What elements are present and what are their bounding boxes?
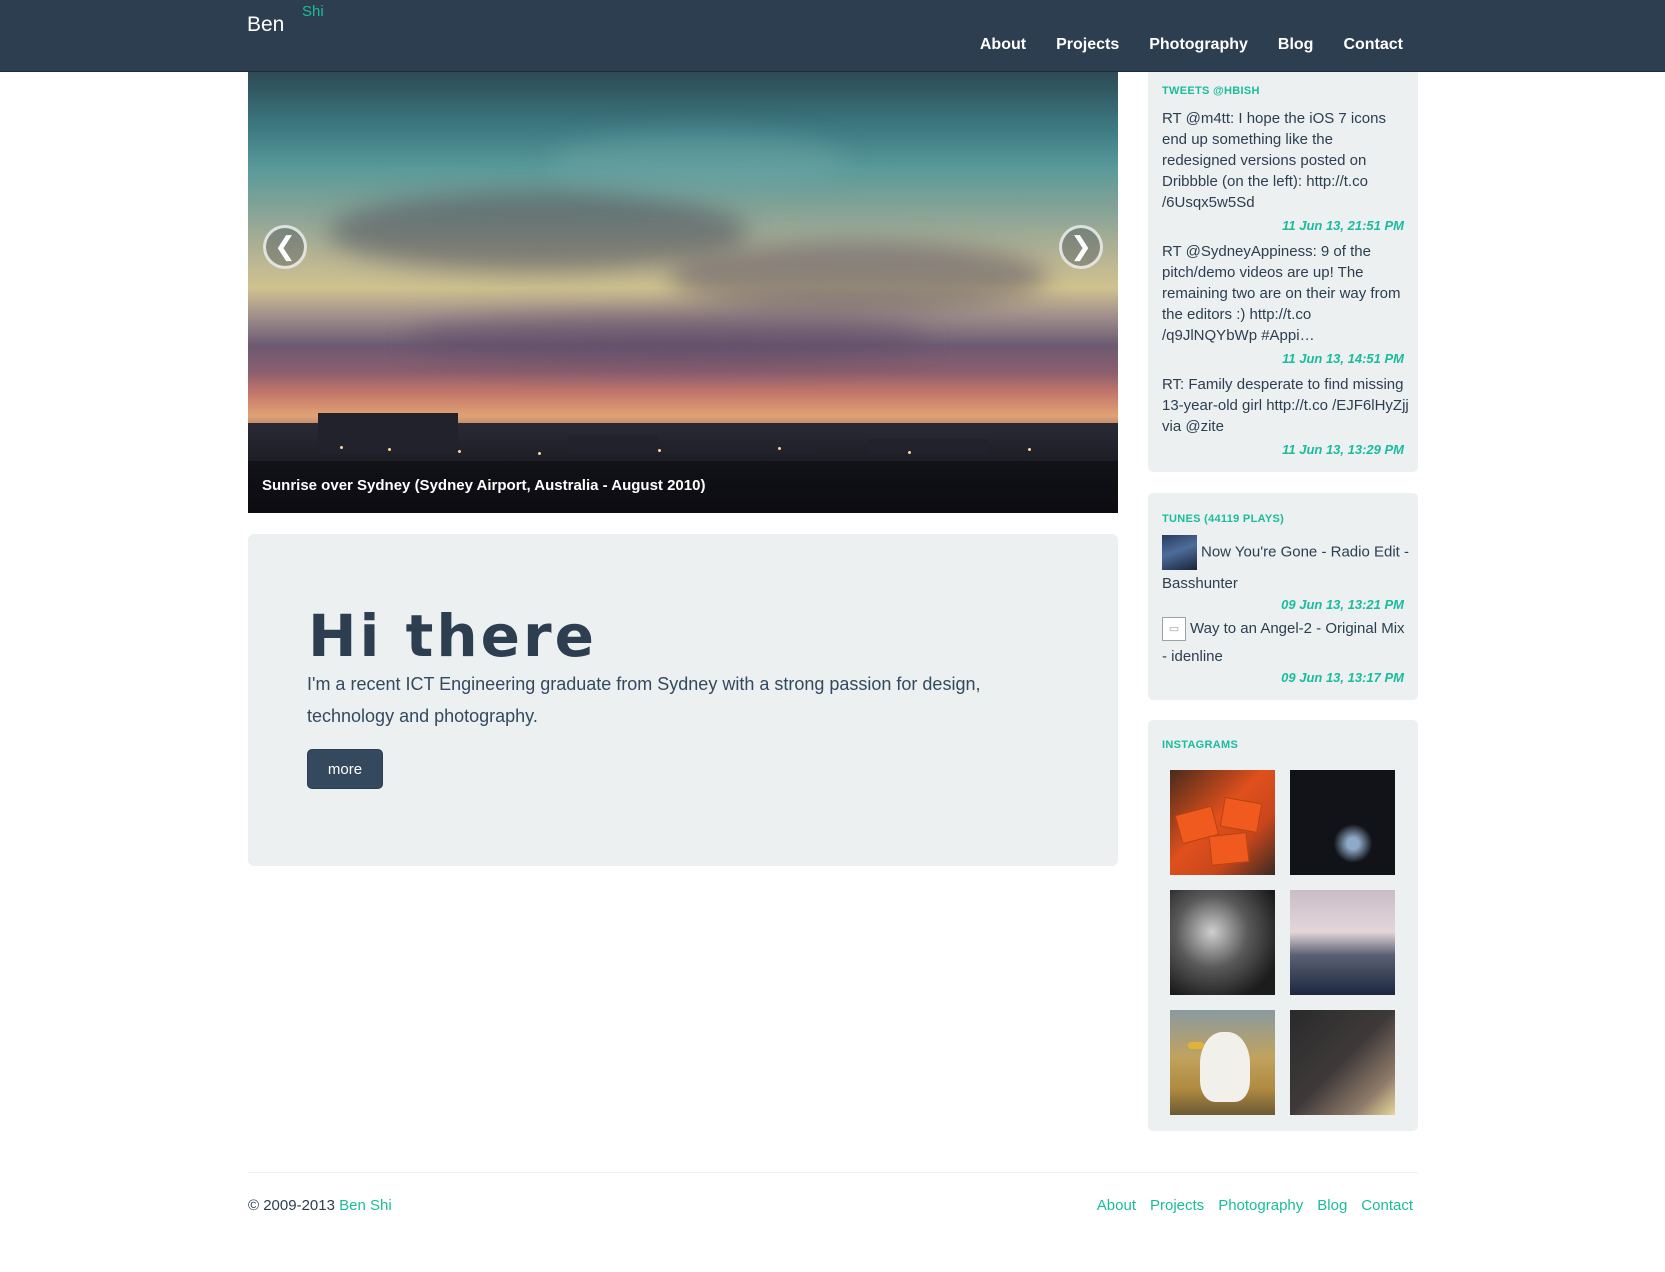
- instagram-photo[interactable]: [1290, 890, 1395, 995]
- cloud-shape: [668, 242, 1048, 312]
- brand-last-name[interactable]: Shi: [302, 3, 324, 20]
- carousel-next-button[interactable]: ❯: [1059, 225, 1103, 269]
- photo-detail: [1188, 1042, 1204, 1049]
- instagram-photo[interactable]: [1290, 770, 1395, 875]
- nav-projects[interactable]: Projects: [1056, 36, 1119, 54]
- copyright: © 2009-2013 Ben Shi: [248, 1197, 392, 1214]
- photo-detail: [1200, 1032, 1250, 1102]
- cloud-shape: [408, 312, 928, 362]
- album-art-icon: [1162, 535, 1197, 570]
- tunes-heading[interactable]: TUNES (44119 PLAYS): [1162, 513, 1284, 525]
- hero-description: I'm a recent ICT Engineering graduate fr…: [307, 674, 981, 726]
- city-light: [1028, 448, 1031, 451]
- copyright-text: © 2009-2013: [248, 1197, 335, 1214]
- instagram-photo[interactable]: [1170, 770, 1275, 875]
- footer-link-photography[interactable]: Photography: [1218, 1197, 1303, 1214]
- tune-title: Now You're Gone - Radio Edit - Basshunte…: [1162, 543, 1409, 592]
- hero-panel: Hi there I'm a recent ICT Engineering gr…: [248, 534, 1118, 866]
- footer-author-link[interactable]: Ben Shi: [339, 1197, 392, 1214]
- footer-link-blog[interactable]: Blog: [1317, 1197, 1347, 1214]
- footer-divider: [248, 1172, 1418, 1173]
- tune-title: Way to an Angel-2 - Original Mix - idenl…: [1162, 620, 1405, 665]
- photo-detail: [1219, 796, 1263, 834]
- building-shape: [578, 443, 818, 453]
- nav-contact[interactable]: Contact: [1343, 36, 1403, 54]
- tweet-time[interactable]: 11 Jun 13, 13:29 PM: [1282, 442, 1404, 457]
- nav-blog[interactable]: Blog: [1278, 36, 1314, 54]
- nav-photography[interactable]: Photography: [1149, 36, 1248, 54]
- chevron-right-icon: ❯: [1070, 231, 1092, 261]
- tune-item[interactable]: Now You're Gone - Radio Edit - Basshunte…: [1162, 535, 1410, 598]
- tweets-heading[interactable]: TWEETS @HBISH: [1162, 85, 1260, 97]
- tweets-widget: TWEETS @HBISH RT @m4tt: I hope the iOS 7…: [1148, 72, 1418, 472]
- nav-about[interactable]: About: [980, 36, 1026, 54]
- city-light: [388, 448, 391, 451]
- chevron-left-icon: ❮: [274, 231, 296, 261]
- photo-detail: [1208, 832, 1250, 866]
- tune-item[interactable]: ▭ Way to an Angel-2 - Original Mix - iden…: [1162, 615, 1410, 671]
- instagram-grid: [1170, 770, 1395, 1115]
- city-light: [458, 450, 461, 453]
- cloud-shape: [548, 132, 848, 192]
- photo-carousel: ❮ ❯ Sunrise over Sydney (Sydney Airport,…: [248, 72, 1118, 513]
- brand-first-name[interactable]: Ben: [247, 13, 284, 37]
- tweet-time[interactable]: 11 Jun 13, 14:51 PM: [1282, 351, 1404, 366]
- cloud-shape: [328, 192, 748, 272]
- building-shape: [868, 439, 988, 453]
- footer-link-projects[interactable]: Projects: [1150, 1197, 1204, 1214]
- instagrams-widget: INSTAGRAMS: [1148, 720, 1418, 1131]
- main-nav: About Projects Photography Blog Contact: [950, 36, 1403, 54]
- caption-bar: Sunrise over Sydney (Sydney Airport, Aus…: [248, 461, 1118, 513]
- city-light: [658, 449, 661, 452]
- hero-title: Hi there: [308, 602, 597, 670]
- tweet-time[interactable]: 11 Jun 13, 21:51 PM: [1282, 218, 1404, 233]
- more-button[interactable]: more: [307, 749, 383, 789]
- tweet-text[interactable]: RT: Family desperate to find missing 13-…: [1162, 374, 1410, 437]
- missing-image-icon: ▭: [1162, 617, 1186, 642]
- footer-link-contact[interactable]: Contact: [1361, 1197, 1413, 1214]
- building-shape: [318, 413, 458, 453]
- tunes-widget: TUNES (44119 PLAYS) Now You're Gone - Ra…: [1148, 493, 1418, 700]
- carousel-caption: Sunrise over Sydney (Sydney Airport, Aus…: [262, 477, 706, 494]
- footer-link-about[interactable]: About: [1097, 1197, 1136, 1214]
- city-light: [538, 452, 541, 455]
- tune-time[interactable]: 09 Jun 13, 13:21 PM: [1281, 597, 1404, 612]
- city-light: [340, 446, 343, 449]
- navbar: Ben Shi About Projects Photography Blog …: [0, 0, 1665, 72]
- footer-nav: About Projects Photography Blog Contact: [1083, 1197, 1413, 1214]
- carousel-prev-button[interactable]: ❮: [263, 225, 307, 269]
- tweet-text[interactable]: RT @SydneyAppiness: 9 of the pitch/demo …: [1162, 241, 1410, 346]
- instagram-photo[interactable]: [1170, 890, 1275, 995]
- instagram-photo[interactable]: [1290, 1010, 1395, 1115]
- tweet-text[interactable]: RT @m4tt: I hope the iOS 7 icons end up …: [1162, 108, 1410, 213]
- instagram-photo[interactable]: [1170, 1010, 1275, 1115]
- instagrams-heading[interactable]: INSTAGRAMS: [1162, 739, 1238, 751]
- tune-time[interactable]: 09 Jun 13, 13:17 PM: [1281, 670, 1404, 685]
- city-light: [908, 451, 911, 454]
- city-light: [778, 447, 781, 450]
